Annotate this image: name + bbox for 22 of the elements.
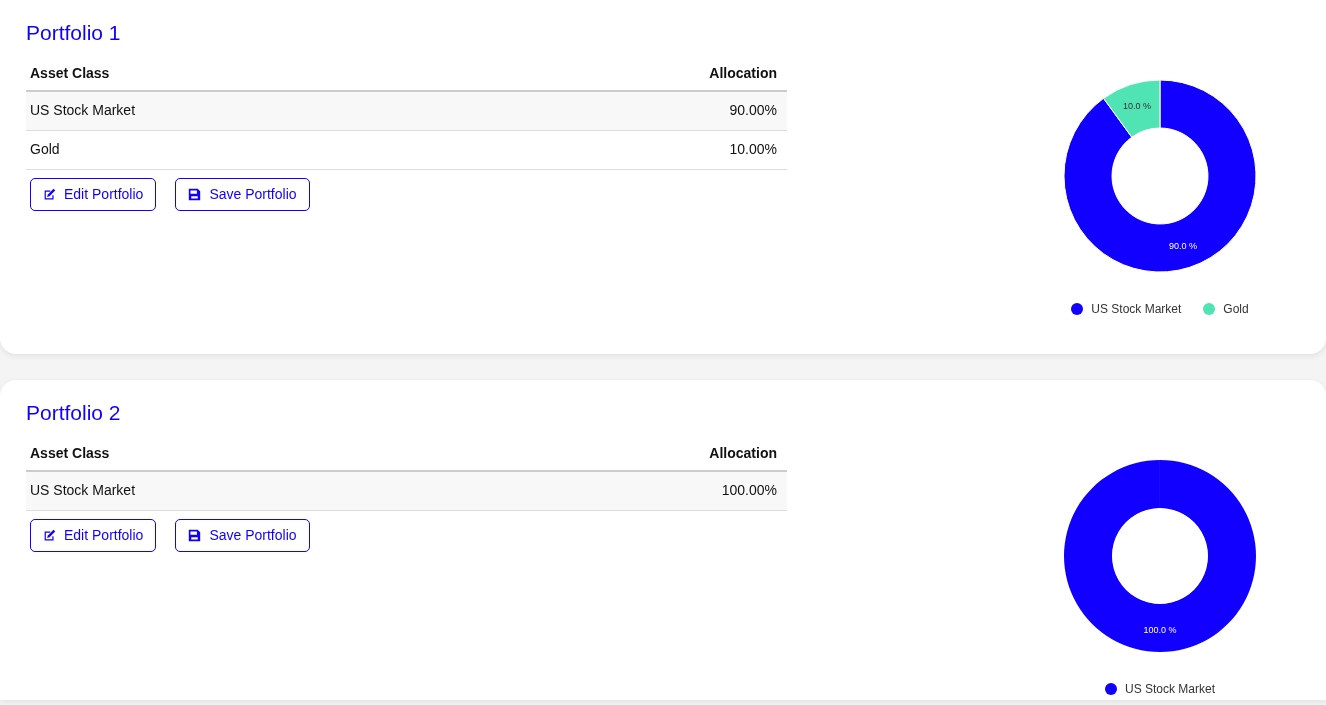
table-cell: US Stock Market	[26, 471, 478, 511]
portfolio-title: Portfolio 2	[26, 400, 122, 426]
slice-label: 10.0 %	[1123, 100, 1152, 111]
slice-label: 90.0 %	[1168, 241, 1197, 252]
table-cell: Gold	[26, 130, 478, 170]
edit-icon	[43, 529, 56, 543]
save-button[interactable]: Save Portfolio	[175, 519, 310, 553]
legend-label: Gold	[1223, 301, 1249, 318]
table-cell: 10.00%	[477, 130, 787, 170]
save-icon	[188, 529, 202, 543]
edit-button[interactable]: Edit Portfolio	[30, 178, 157, 212]
edit-button[interactable]: Edit Portfolio	[30, 519, 157, 553]
save-icon	[188, 188, 202, 202]
edit-icon	[43, 188, 56, 202]
table-cell: US Stock Market	[26, 91, 478, 131]
save-button[interactable]: Save Portfolio	[175, 178, 310, 212]
table-cell: 90.00%	[477, 91, 787, 131]
legend-label: US Stock Market	[1125, 681, 1215, 698]
slice-label: 100.0 %	[1143, 625, 1177, 635]
table-cell: 100.00%	[477, 471, 787, 511]
portfolio-title: Portfolio 1	[26, 20, 122, 46]
legend-label: US Stock Market	[1091, 301, 1182, 318]
